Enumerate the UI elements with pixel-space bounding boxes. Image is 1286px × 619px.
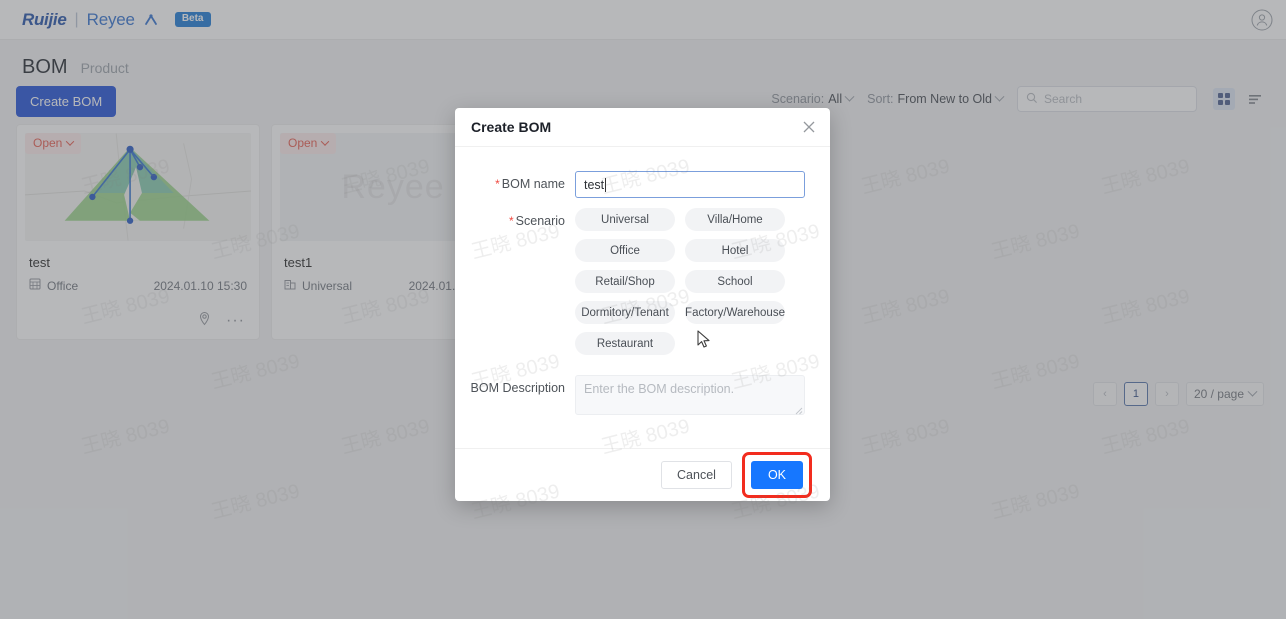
scenario-option-villa-home[interactable]: Villa/Home	[685, 208, 785, 231]
dialog-title: Create BOM	[471, 119, 552, 135]
bom-name-value: test	[584, 177, 605, 192]
ok-button[interactable]: OK	[750, 461, 803, 489]
scenario-option-school[interactable]: School	[685, 270, 785, 293]
mouse-cursor	[697, 330, 711, 355]
bom-name-row: * BOM name test	[455, 171, 805, 198]
bom-description-textarea[interactable]: Enter the BOM description.	[575, 375, 805, 415]
bom-name-label: BOM name	[501, 177, 565, 191]
scenario-label-wrap: * Scenario	[455, 208, 565, 228]
scenario-option-universal[interactable]: Universal	[575, 208, 675, 231]
bom-name-input[interactable]: test	[575, 171, 805, 198]
dialog-body: * BOM name test * Scenario Universal Villa…	[455, 147, 830, 448]
ok-button-highlight: OK	[741, 452, 812, 498]
dialog-header: Create BOM	[455, 108, 830, 147]
bom-name-label-wrap: * BOM name	[455, 171, 565, 191]
scenario-option-factory-warehouse[interactable]: Factory/Warehouse	[685, 301, 785, 324]
required-marker: *	[508, 214, 514, 228]
create-bom-dialog: Create BOM * BOM name test * Scenario Univ…	[455, 108, 830, 501]
scenario-field-wrap: Universal Villa/Home Office Hotel Retail…	[565, 208, 804, 355]
bom-description-row: BOM Description Enter the BOM descriptio…	[455, 375, 805, 415]
bom-description-field-wrap: Enter the BOM description.	[565, 375, 805, 415]
scenario-label: Scenario	[515, 214, 565, 228]
cancel-button[interactable]: Cancel	[661, 461, 732, 489]
scenario-option-hotel[interactable]: Hotel	[685, 239, 785, 262]
text-cursor	[605, 177, 607, 192]
scenario-option-dormitory-tenant[interactable]: Dormitory/Tenant	[575, 301, 675, 324]
scenario-option-office[interactable]: Office	[575, 239, 675, 262]
resize-grip-icon[interactable]	[794, 404, 803, 415]
bom-description-placeholder: Enter the BOM description.	[584, 382, 735, 396]
bom-description-label: BOM Description	[470, 381, 565, 395]
close-icon[interactable]	[801, 119, 817, 135]
scenario-options-grid: Universal Villa/Home Office Hotel Retail…	[575, 208, 787, 355]
scenario-option-retail-shop[interactable]: Retail/Shop	[575, 270, 675, 293]
dialog-footer: Cancel OK	[455, 448, 830, 501]
required-marker: *	[495, 177, 500, 191]
scenario-option-restaurant[interactable]: Restaurant	[575, 332, 675, 355]
bom-name-field-wrap: test	[565, 171, 805, 198]
scenario-row: * Scenario Universal Villa/Home Office Ho…	[455, 208, 804, 355]
